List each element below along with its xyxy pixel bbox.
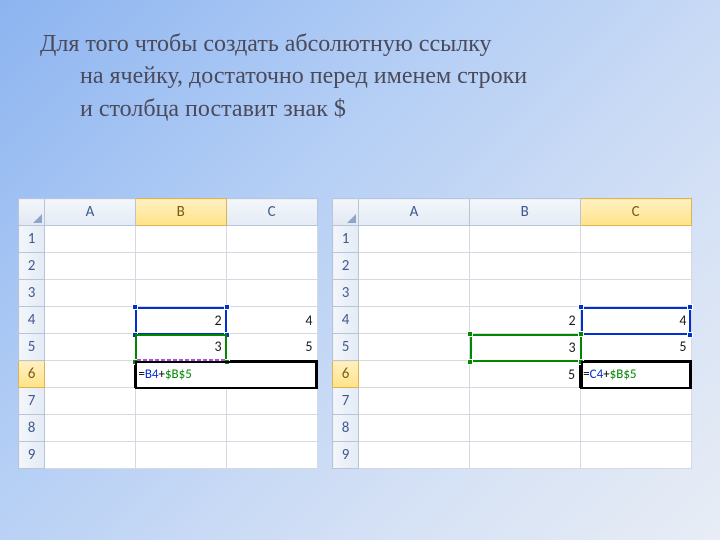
cell-c4[interactable]: 4	[580, 307, 691, 334]
cell[interactable]	[469, 415, 580, 442]
row-header-1[interactable]: 1	[19, 226, 45, 253]
cell[interactable]	[135, 415, 226, 442]
cell-b6-editing[interactable]: =B4+$B$5	[135, 361, 317, 388]
cell[interactable]	[359, 280, 470, 307]
cell-c5[interactable]: 5	[580, 334, 691, 361]
cell-b6[interactable]: 5	[469, 361, 580, 388]
slide-title: Для того чтобы создать абсолютную ссылку…	[40, 28, 680, 125]
formula-ref2: $B$5	[610, 367, 637, 382]
cell-c4[interactable]: 4	[226, 307, 317, 334]
cell[interactable]	[135, 226, 226, 253]
cell[interactable]	[135, 280, 226, 307]
row-header-7[interactable]: 7	[333, 388, 359, 415]
cell[interactable]	[580, 280, 691, 307]
cell[interactable]	[135, 442, 226, 469]
cell[interactable]	[359, 361, 470, 388]
col-header-c[interactable]: C	[226, 199, 317, 226]
col-header-a[interactable]: A	[359, 199, 470, 226]
row-header-6[interactable]: 6	[19, 361, 45, 388]
title-line-3: и столбца поставит знак $	[40, 93, 680, 125]
formula-ref2: $B$5	[165, 367, 192, 382]
cell-c5[interactable]: 5	[226, 334, 317, 361]
cell[interactable]	[226, 226, 317, 253]
row-header-4[interactable]: 4	[333, 307, 359, 334]
grid: A B C 1 2 3 424 535 6 5 =C4+$B$5 7 8 9	[332, 198, 692, 469]
row-header-5[interactable]: 5	[19, 334, 45, 361]
cell-b4[interactable]: 2	[135, 307, 226, 334]
cell[interactable]	[469, 442, 580, 469]
row-header-8[interactable]: 8	[333, 415, 359, 442]
cell[interactable]	[45, 415, 136, 442]
cell[interactable]	[135, 388, 226, 415]
title-line-2: на ячейку, достаточно перед именем строк…	[40, 60, 680, 92]
col-header-b[interactable]: B	[469, 199, 580, 226]
cell[interactable]	[226, 280, 317, 307]
cell[interactable]	[45, 307, 136, 334]
cell[interactable]	[135, 253, 226, 280]
cell[interactable]	[469, 253, 580, 280]
row-header-1[interactable]: 1	[333, 226, 359, 253]
cell-c6-editing[interactable]: =C4+$B$5	[580, 361, 691, 388]
col-header-a[interactable]: A	[45, 199, 136, 226]
cell[interactable]	[45, 334, 136, 361]
row-header-6[interactable]: 6	[333, 361, 359, 388]
row-header-3[interactable]: 3	[19, 280, 45, 307]
cell[interactable]	[226, 388, 317, 415]
cell[interactable]	[359, 253, 470, 280]
formula-ref1: B4	[145, 367, 159, 382]
col-header-b[interactable]: B	[135, 199, 226, 226]
spreadsheet-right: A B C 1 2 3 424 535 6 5 =C4+$B$5 7 8 9	[332, 198, 692, 469]
select-all-corner[interactable]	[19, 199, 45, 226]
cell[interactable]	[45, 280, 136, 307]
spreadsheet-left: A B C 1 2 3 424 535 6 =B4+$B$5 7 8 9	[18, 198, 318, 469]
row-header-7[interactable]: 7	[19, 388, 45, 415]
title-line-1: Для того чтобы создать абсолютную ссылку	[40, 31, 492, 57]
select-all-corner[interactable]	[333, 199, 359, 226]
cell[interactable]	[45, 442, 136, 469]
cell[interactable]	[45, 253, 136, 280]
grid: A B C 1 2 3 424 535 6 =B4+$B$5 7 8 9	[18, 198, 318, 469]
formula-ref1: C4	[590, 367, 604, 382]
cell[interactable]	[469, 388, 580, 415]
cell[interactable]	[226, 442, 317, 469]
cell[interactable]	[580, 415, 691, 442]
cell[interactable]	[359, 226, 470, 253]
row-header-9[interactable]: 9	[333, 442, 359, 469]
cell[interactable]	[359, 415, 470, 442]
row-header-2[interactable]: 2	[19, 253, 45, 280]
cell[interactable]	[45, 361, 136, 388]
cell[interactable]	[45, 226, 136, 253]
row-header-2[interactable]: 2	[333, 253, 359, 280]
cell[interactable]	[359, 388, 470, 415]
cell[interactable]	[359, 442, 470, 469]
cell[interactable]	[469, 226, 580, 253]
row-header-3[interactable]: 3	[333, 280, 359, 307]
cell[interactable]	[469, 280, 580, 307]
cell-b5[interactable]: 3	[135, 334, 226, 361]
cell[interactable]	[580, 226, 691, 253]
cell[interactable]	[580, 388, 691, 415]
cell[interactable]	[580, 442, 691, 469]
cell[interactable]	[580, 253, 691, 280]
cell[interactable]	[359, 307, 470, 334]
row-header-5[interactable]: 5	[333, 334, 359, 361]
col-header-c[interactable]: C	[580, 199, 691, 226]
cell[interactable]	[359, 334, 470, 361]
cell[interactable]	[226, 415, 317, 442]
cell-b4[interactable]: 2	[469, 307, 580, 334]
row-header-4[interactable]: 4	[19, 307, 45, 334]
cell[interactable]	[226, 253, 317, 280]
cell-b5[interactable]: 3	[469, 334, 580, 361]
row-header-8[interactable]: 8	[19, 415, 45, 442]
cell[interactable]	[45, 388, 136, 415]
row-header-9[interactable]: 9	[19, 442, 45, 469]
